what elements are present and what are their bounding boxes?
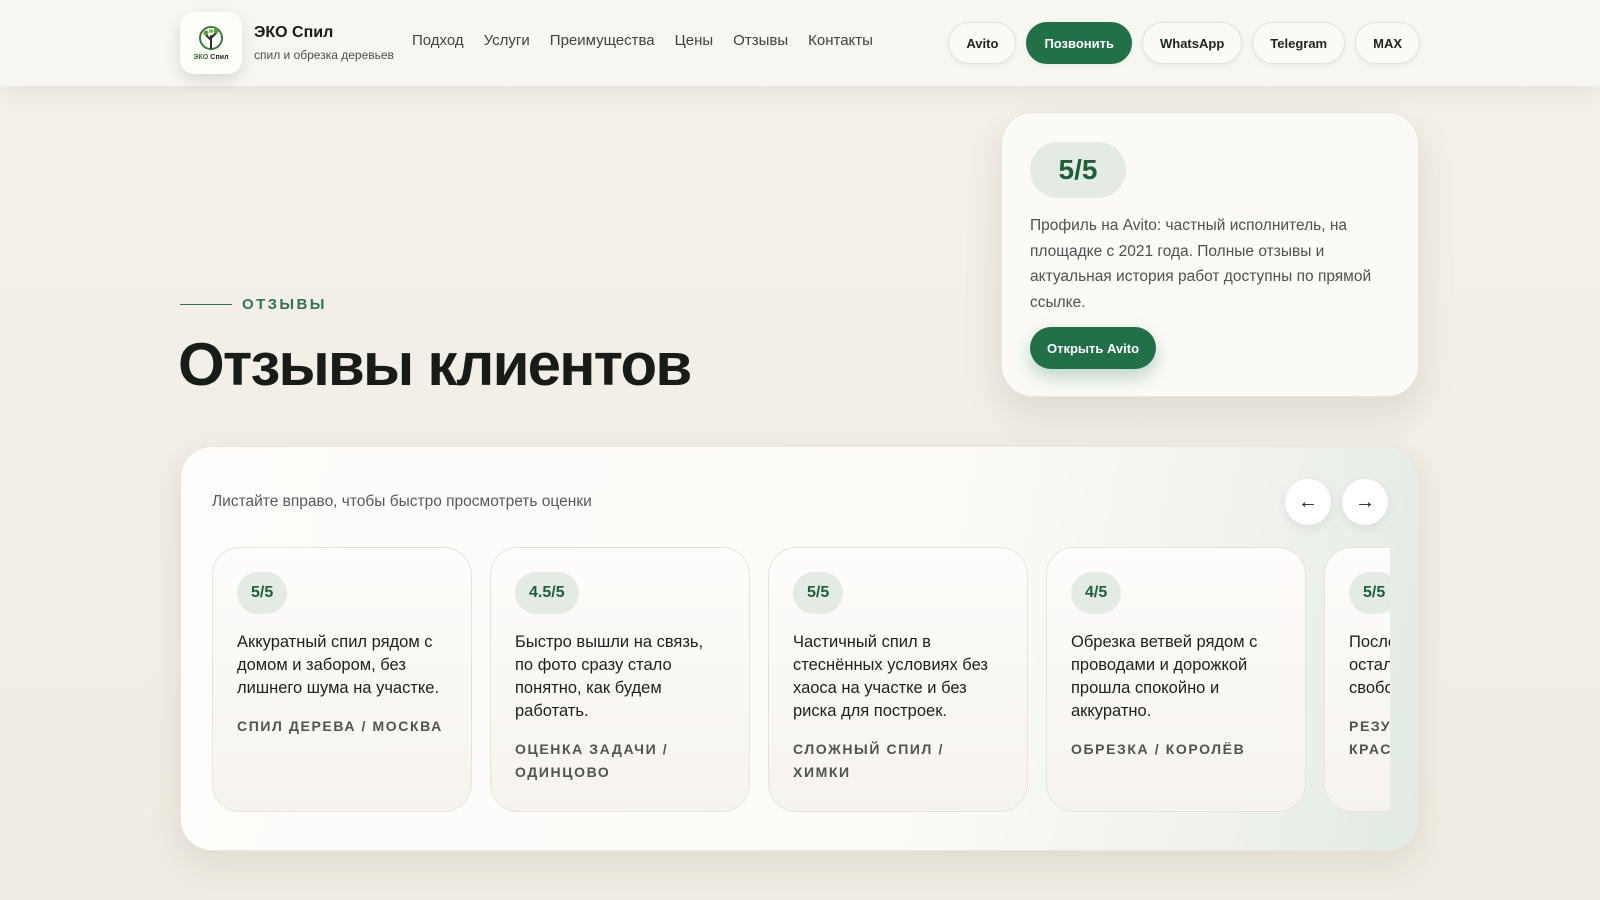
review-rating-badge: 4.5/5 <box>515 572 579 614</box>
brand-tagline: спил и обрезка деревьев <box>254 48 394 62</box>
arrow-left-icon: ← <box>1298 490 1318 513</box>
review-tag: Обрезка / Королёв <box>1071 741 1246 757</box>
main-nav: Подход Услуги Преимущества Цены Отзывы К… <box>412 32 873 49</box>
review-text: Частичный спил в стеснённых условиях без… <box>793 633 988 720</box>
review-card: 4/5 Обрезка ветвей рядом с проводами и д… <box>1046 547 1306 812</box>
carousel-track: 5/5 Аккуратный спил рядом с домом и забо… <box>212 547 1390 812</box>
review-text: Обрезка ветвей рядом с проводами и дорож… <box>1071 633 1258 720</box>
review-text: После работ участок остался чистым и сво… <box>1349 633 1390 697</box>
review-card: 5/5 После работ участок остался чистым и… <box>1324 547 1390 812</box>
arrow-right-icon: → <box>1355 490 1375 513</box>
review-rating-badge: 4/5 <box>1071 572 1122 614</box>
nav-link-prices[interactable]: Цены <box>675 32 714 49</box>
open-avito-button[interactable]: Открыть Avito <box>1030 327 1157 369</box>
brand-name[interactable]: ЭКО Спил <box>254 24 333 42</box>
section-eyebrow: ОТЗЫВЫ <box>180 296 327 313</box>
nav-link-advantages[interactable]: Преимущества <box>550 32 655 49</box>
carousel-next-button[interactable]: → <box>1342 479 1388 525</box>
telegram-button[interactable]: Telegram <box>1252 22 1346 64</box>
section-title: Отзывы клиентов <box>178 331 692 398</box>
nav-link-services[interactable]: Услуги <box>484 32 530 49</box>
review-tag: Сложный спил / Химки <box>793 741 944 780</box>
review-card: 5/5 Частичный спил в стеснённых условиях… <box>768 547 1028 812</box>
eyebrow-divider <box>180 304 232 305</box>
carousel-prev-button[interactable]: ← <box>1285 479 1331 525</box>
carousel-viewport[interactable]: 5/5 Аккуратный спил рядом с домом и забо… <box>212 547 1390 817</box>
eyebrow-label: ОТЗЫВЫ <box>242 296 327 313</box>
reviews-carousel: Листайте вправо, чтобы быстро просмотрет… <box>180 446 1419 851</box>
whatsapp-button[interactable]: WhatsApp <box>1141 22 1243 64</box>
logo-word-eco: ЭКО <box>193 54 209 61</box>
review-rating-badge: 5/5 <box>1349 572 1390 614</box>
review-tag: Спил дерева / Москва <box>237 718 443 734</box>
logo[interactable]: ЭКО Спил <box>180 12 242 74</box>
review-card: 5/5 Аккуратный спил рядом с домом и забо… <box>212 547 472 812</box>
logo-wordmark: ЭКО Спил <box>193 54 228 61</box>
review-rating-badge: 5/5 <box>793 572 844 614</box>
review-tag: Оценка задачи / Одинцово <box>515 741 669 780</box>
nav-link-contacts[interactable]: Контакты <box>808 32 873 49</box>
avito-profile-card: 5/5 Профиль на Avito: частный исполнител… <box>1001 112 1419 397</box>
site-header: ЭКО Спил ЭКО Спил спил и обрезка деревье… <box>0 0 1600 86</box>
tree-logo-icon <box>199 26 223 50</box>
nav-link-reviews[interactable]: Отзывы <box>733 32 788 49</box>
logo-word-spil: Спил <box>210 54 229 61</box>
review-text: Аккуратный спил рядом с домом и забором,… <box>237 633 440 697</box>
call-button[interactable]: Позвонить <box>1026 22 1132 64</box>
header-actions: Avito Позвонить WhatsApp Telegram MAX <box>948 22 1420 64</box>
avito-rating-badge: 5/5 <box>1030 142 1126 198</box>
review-tag: Результат / Красногорск <box>1349 718 1390 757</box>
max-button[interactable]: MAX <box>1355 22 1420 64</box>
review-rating-badge: 5/5 <box>237 572 288 614</box>
review-text: Быстро вышли на связь, по фото сразу ста… <box>515 633 704 720</box>
carousel-hint: Листайте вправо, чтобы быстро просмотрет… <box>212 493 592 510</box>
nav-link-approach[interactable]: Подход <box>412 32 464 49</box>
review-card: 4.5/5 Быстро вышли на связь, по фото сра… <box>490 547 750 812</box>
avito-button[interactable]: Avito <box>948 22 1017 64</box>
avito-description: Профиль на Avito: частный исполнитель, н… <box>1030 217 1372 311</box>
